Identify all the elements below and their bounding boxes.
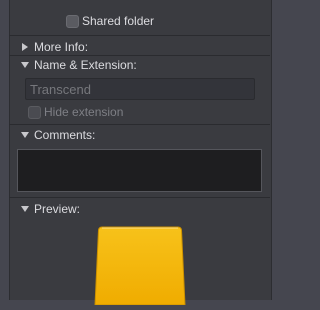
hide-extension-checkbox[interactable] xyxy=(28,106,41,119)
section-title: More Info: xyxy=(34,40,89,54)
comments-field[interactable] xyxy=(17,149,262,192)
section-comments[interactable]: Comments: xyxy=(0,127,300,143)
external-drive-icon xyxy=(94,225,186,306)
name-input[interactable] xyxy=(26,79,254,99)
disclosure-down-icon[interactable] xyxy=(21,62,29,68)
section-title: Name & Extension: xyxy=(34,58,137,72)
shared-folder-label: Shared folder xyxy=(82,14,155,28)
section-preview[interactable]: Preview: xyxy=(0,201,300,217)
disclosure-right-icon[interactable] xyxy=(22,43,28,51)
divider xyxy=(9,124,270,125)
hide-extension-label: Hide extension xyxy=(44,105,124,119)
comments-textarea[interactable] xyxy=(18,150,261,191)
divider xyxy=(9,197,270,198)
section-name-extension[interactable]: Name & Extension: xyxy=(0,57,300,73)
disclosure-down-icon[interactable] xyxy=(21,132,29,138)
section-title: Preview: xyxy=(34,202,81,216)
shared-folder-checkbox[interactable] xyxy=(66,15,79,28)
divider xyxy=(9,55,270,56)
section-more-info[interactable]: More Info: xyxy=(0,39,300,55)
disclosure-down-icon[interactable] xyxy=(21,206,29,212)
divider xyxy=(9,35,270,36)
name-field[interactable] xyxy=(25,78,255,100)
section-title: Comments: xyxy=(34,128,96,142)
